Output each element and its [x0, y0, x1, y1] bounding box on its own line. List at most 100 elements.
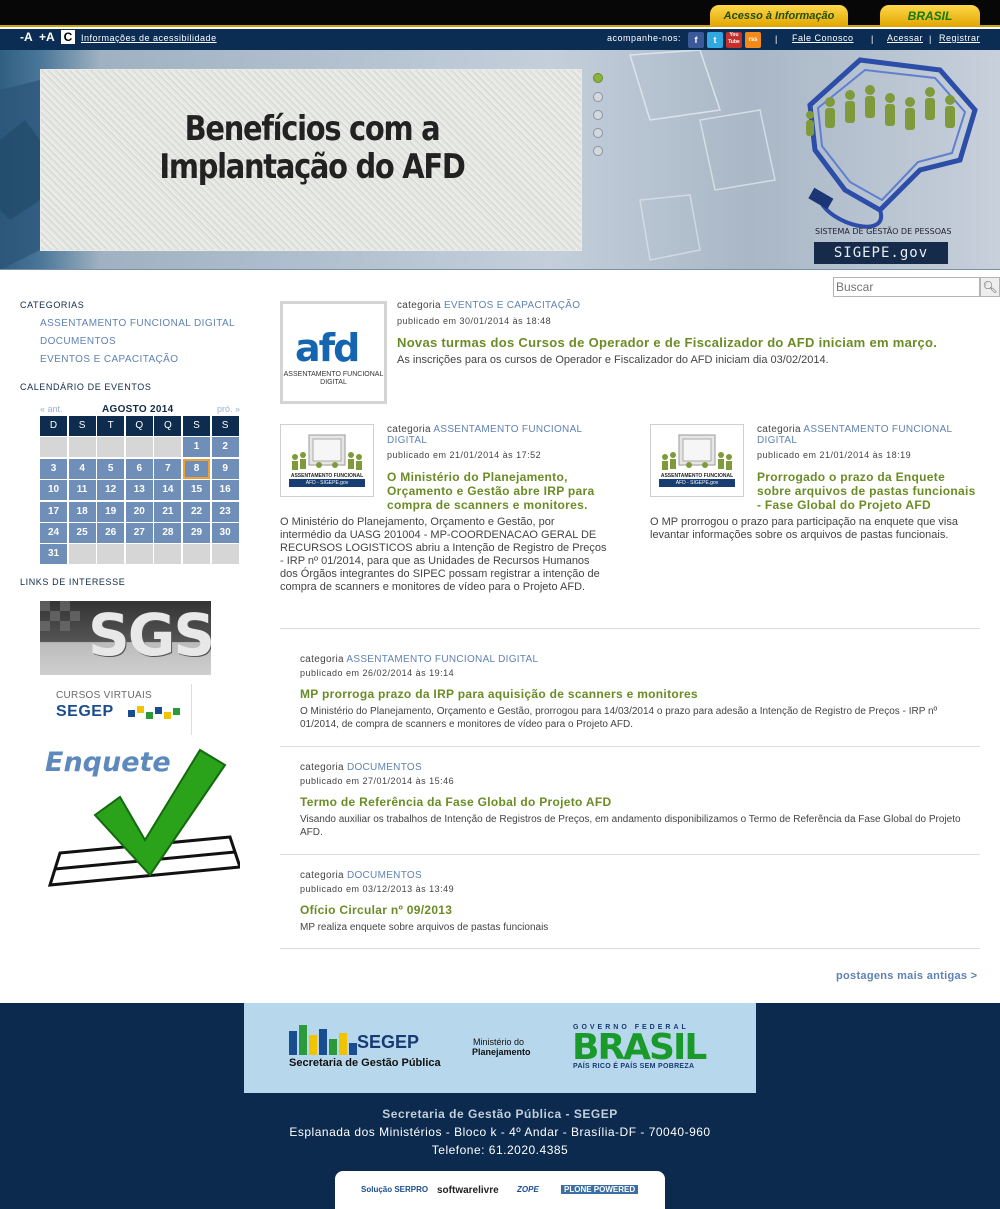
footer-logos-box: SEGEP Secretaria de Gestão Pública Minis… — [244, 1003, 756, 1093]
calendar-day[interactable]: 28 — [154, 523, 182, 543]
segep-logo-icon — [289, 1025, 357, 1055]
banner-slide[interactable]: Benefícios com a Implantação do AFD — [40, 69, 582, 251]
ministerio-label: Ministério do — [473, 1037, 525, 1047]
post-title[interactable]: Ofício Circular nº 09/2013 — [300, 903, 980, 917]
plone-logo[interactable]: PLONE POWERED — [561, 1185, 639, 1194]
calendar-day[interactable]: 3 — [40, 458, 67, 479]
post-thumbnail[interactable]: ASSENTAMENTO FUNCIONAL DIGITALAFD - SIGE… — [650, 424, 744, 497]
calendar-today[interactable]: 8 — [183, 458, 210, 479]
software-livre-logo[interactable]: softwarelivre — [437, 1185, 499, 1196]
category-label: categoria — [300, 762, 344, 773]
slide-title-line1: Benefícios com a — [184, 109, 441, 149]
calendar-day[interactable]: 6 — [125, 458, 153, 479]
search-icon[interactable]: 🔍︎ — [980, 277, 1000, 297]
acesso-informacao-link[interactable]: Acesso à Informação — [710, 5, 848, 27]
footer-address: Esplanada dos Ministérios - Bloco k - 4º… — [289, 1125, 711, 1139]
rss-icon[interactable]: rss — [745, 32, 761, 48]
category-link-eventos[interactable]: EVENTOS E CAPACITAÇÃO — [40, 354, 178, 365]
separator: | — [871, 34, 874, 44]
post-thumbnail[interactable]: ASSENTAMENTO FUNCIONAL DIGITALAFD - SIGE… — [280, 424, 374, 497]
calendar-day[interactable]: 18 — [68, 501, 96, 522]
calendar-day[interactable]: 16 — [211, 480, 239, 501]
slide-dot-4[interactable] — [593, 128, 603, 138]
calendar-day[interactable]: 10 — [40, 480, 67, 501]
slide-dot-2[interactable] — [593, 92, 603, 102]
brasil-gov-link[interactable]: BRASIL — [880, 5, 980, 27]
calendar-day[interactable]: 26 — [97, 523, 125, 543]
calendar-day[interactable]: 20 — [125, 501, 153, 522]
divider — [280, 746, 980, 747]
calendar-day[interactable]: 4 — [68, 458, 96, 479]
calendar-day[interactable]: 31 — [40, 544, 67, 565]
post-title[interactable]: MP prorroga prazo da IRP para aquisição … — [300, 687, 980, 701]
calendar-next-link[interactable]: pró. » — [217, 404, 240, 414]
calendar-day[interactable]: 17 — [40, 501, 67, 522]
post-category-link[interactable]: DOCUMENTOS — [347, 762, 422, 773]
brasil-logo: BRASIL — [572, 1027, 707, 1068]
calendar-day[interactable]: 14 — [154, 480, 182, 501]
sgs-banner-link[interactable]: SGS — [40, 601, 211, 675]
twitter-icon[interactable]: t — [707, 32, 723, 48]
calendar-day[interactable]: 30 — [211, 523, 239, 543]
register-link[interactable]: Registrar — [939, 33, 980, 43]
post-date: publicado em 27/01/2014 às 15:46 — [300, 776, 455, 786]
post-category-link[interactable]: DOCUMENTOS — [347, 870, 422, 881]
featured-thumbnail[interactable]: afd ASSENTAMENTO FUNCIONAL DIGITAL — [280, 301, 387, 404]
calendar-empty-cell — [97, 437, 125, 458]
slide-dot-5[interactable] — [593, 146, 603, 156]
calendar-day[interactable]: 9 — [211, 458, 239, 479]
folder-people-icon — [292, 434, 362, 470]
calendar-day[interactable]: 2 — [211, 437, 239, 458]
divider — [280, 628, 980, 629]
slide-dot-3[interactable] — [593, 110, 603, 120]
calendar-day[interactable]: 23 — [211, 501, 239, 522]
calendar-day[interactable]: 22 — [183, 501, 210, 522]
calendar-day[interactable]: 27 — [125, 523, 153, 543]
facebook-icon[interactable]: f — [688, 32, 704, 48]
contrast-button[interactable]: C — [61, 30, 75, 44]
zope-logo[interactable]: ZOPE — [517, 1185, 539, 1194]
post-summary: O MP prorrogou o prazo para participação… — [650, 516, 958, 541]
font-decrease-button[interactable]: -A — [20, 30, 33, 44]
search-input[interactable] — [833, 277, 980, 297]
calendar-day[interactable]: 29 — [183, 523, 210, 543]
font-increase-button[interactable]: +A — [39, 30, 55, 44]
calendar-day[interactable]: 13 — [125, 480, 153, 501]
featured-category: categoria EVENTOS E CAPACITAÇÃO — [397, 300, 580, 311]
post-title[interactable]: Termo de Referência da Fase Global do Pr… — [300, 795, 980, 809]
older-posts-link[interactable]: postagens mais antigas > — [836, 970, 977, 982]
enquete-banner-text: Enquete — [45, 747, 171, 778]
thumb-bar: AFD - SIGEPE.gov — [659, 479, 735, 487]
calendar-prev-link[interactable]: « ant. — [40, 404, 63, 414]
footer-org-name: Secretaria de Gestão Pública - SEGEP — [382, 1107, 618, 1121]
category-link-assentamento[interactable]: ASSENTAMENTO FUNCIONAL DIGITAL — [40, 318, 235, 329]
post-title[interactable]: O Ministério do Planejamento, Orçamento … — [387, 470, 607, 512]
category-label: categoria — [397, 300, 441, 311]
fale-conosco-link[interactable]: Fale Conosco — [792, 33, 854, 43]
calendar-day[interactable]: 25 — [68, 523, 96, 543]
login-link[interactable]: Acessar — [887, 33, 923, 43]
calendar-day[interactable]: 1 — [183, 437, 210, 458]
youtube-icon[interactable]: You Tube — [726, 32, 742, 48]
featured-date: publicado em 30/01/2014 às 18:48 — [397, 316, 552, 326]
category-link-documentos[interactable]: DOCUMENTOS — [40, 336, 116, 347]
featured-title[interactable]: Novas turmas dos Cursos de Operador e de… — [397, 335, 987, 350]
calendar-day[interactable]: 15 — [183, 480, 210, 501]
accessibility-info-link[interactable]: Informações de acessibilidade — [81, 33, 217, 43]
calendar-day[interactable]: 12 — [97, 480, 125, 501]
calendar-day[interactable]: 21 — [154, 501, 182, 522]
post-title[interactable]: Prorrogado o prazo da Enquete sobre arqu… — [757, 470, 977, 512]
calendar-day[interactable]: 19 — [97, 501, 125, 522]
slide-dot-1[interactable] — [593, 73, 603, 83]
featured-category-link[interactable]: EVENTOS E CAPACITAÇÃO — [444, 300, 580, 311]
calendar-day[interactable]: 24 — [40, 523, 67, 543]
calendar-day[interactable]: 5 — [97, 458, 125, 479]
serpro-logo[interactable]: Solução SERPRO — [361, 1185, 428, 1194]
calendar-empty-cell — [211, 544, 239, 565]
gov-top-bar: Acesso à Informação BRASIL — [0, 0, 1000, 27]
calendar-day[interactable]: 11 — [68, 480, 96, 501]
enquete-banner-link[interactable]: Enquete — [40, 745, 240, 887]
cursos-virtuais-link[interactable]: CURSOS VIRTUAIS SEGEP — [40, 684, 192, 735]
calendar-day[interactable]: 7 — [154, 458, 182, 479]
post-category-link[interactable]: ASSENTAMENTO FUNCIONAL DIGITAL — [346, 654, 538, 665]
